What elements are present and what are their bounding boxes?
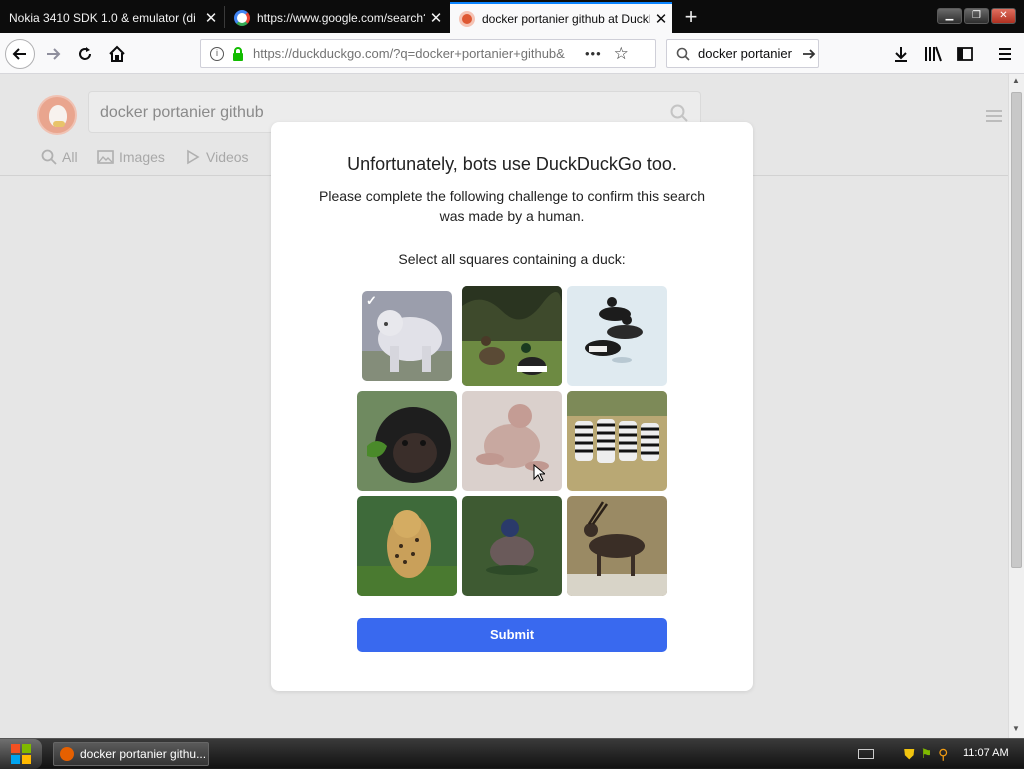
menu-button[interactable] <box>990 39 1020 69</box>
navigation-toolbar: i https://duckduckgo.com/?q=docker+porta… <box>0 33 1024 74</box>
sidebar-icon <box>957 47 973 61</box>
ddg-menu-icon[interactable] <box>986 110 1002 125</box>
downloads-button[interactable] <box>886 39 916 69</box>
tab-close-icon[interactable]: ✕ <box>200 9 222 27</box>
taskbar-clock: 11:07 AM <box>963 747 1009 759</box>
tab-label: Videos <box>206 149 249 165</box>
scrollbar-thumb[interactable] <box>1011 92 1022 568</box>
go-arrow-icon <box>803 48 816 59</box>
page-content: docker portanier github All Images Video… <box>0 74 1008 738</box>
maximize-button[interactable]: ❐ <box>964 8 989 24</box>
duckduckgo-logo[interactable] <box>37 95 77 135</box>
tab-videos[interactable]: Videos <box>186 149 249 165</box>
captcha-tile-ducks-water[interactable] <box>567 286 667 386</box>
address-bar[interactable]: i https://duckduckgo.com/?q=docker+porta… <box>200 39 656 68</box>
library-icon <box>925 46 942 62</box>
search-icon <box>676 47 690 61</box>
captcha-tile-ducks-grass[interactable] <box>462 286 562 386</box>
scroll-down-icon[interactable]: ▼ <box>1012 724 1020 733</box>
play-icon <box>187 149 200 165</box>
tab-strip: Nokia 3410 SDK 1.0 & emulator (di ✕ http… <box>0 0 1024 33</box>
windows-logo-icon <box>11 744 31 764</box>
page-actions-icon[interactable]: ••• <box>585 46 602 61</box>
network-icon[interactable]: ⚑ <box>921 746 933 762</box>
taskbar-firefox-window[interactable]: docker portanier githu... <box>53 742 209 766</box>
selected-check-icon: ✓ <box>366 293 377 308</box>
captcha-tile-zebras[interactable] <box>567 391 667 491</box>
library-button[interactable] <box>918 39 948 69</box>
tab-nokia[interactable]: Nokia 3410 SDK 1.0 & emulator (di ✕ <box>0 2 222 33</box>
mouse-cursor-icon <box>533 464 545 482</box>
info-icon[interactable]: i <box>210 46 224 61</box>
tab-label: Images <box>119 149 165 165</box>
captcha-tile-cheetah[interactable] <box>357 496 457 596</box>
hamburger-menu-icon <box>999 48 1011 60</box>
back-button[interactable] <box>5 39 35 69</box>
tab-title: https://www.google.com/search? <box>257 10 425 25</box>
url-text: https://duckduckgo.com/?q=docker+portani… <box>253 46 565 61</box>
tab-duckduckgo[interactable]: docker portanier github at DuckDu ✕ <box>450 2 672 33</box>
image-icon <box>97 150 114 164</box>
captcha-instruction: Select all squares containing a duck: <box>398 251 626 267</box>
close-window-button[interactable]: ✕ <box>991 8 1016 24</box>
download-icon <box>895 47 907 62</box>
tab-all[interactable]: All <box>41 149 78 165</box>
captcha-tile-duck-swimming[interactable] <box>462 496 562 596</box>
page-scrollbar[interactable]: ▲ ▼ <box>1008 74 1024 738</box>
taskbar-window-label: docker portanier githu... <box>80 747 207 761</box>
keyboard-icon[interactable] <box>858 749 874 759</box>
google-favicon-icon <box>234 9 250 26</box>
bookmark-star-icon[interactable]: ☆ <box>614 44 629 64</box>
captcha-tile-polar-bear[interactable]: ✓ <box>362 291 452 381</box>
ddg-search-value: docker portanier github <box>100 104 264 121</box>
captcha-modal: Unfortunately, bots use DuckDuckGo too. … <box>271 122 753 691</box>
reload-button[interactable] <box>70 39 100 69</box>
forward-button[interactable] <box>38 39 68 69</box>
search-tray-icon[interactable]: ⚲ <box>938 746 948 763</box>
captcha-tile-gorilla[interactable] <box>357 391 457 491</box>
duckduckgo-favicon-icon <box>459 10 475 27</box>
minimize-button[interactable]: ▁ <box>937 8 962 24</box>
ddg-search-icon <box>670 104 688 122</box>
forward-arrow-icon <box>47 48 61 60</box>
reload-icon <box>79 47 91 60</box>
captcha-tile-antelope[interactable] <box>567 496 667 596</box>
captcha-title: Unfortunately, bots use DuckDuckGo too. <box>347 154 677 174</box>
lock-icon <box>233 46 243 61</box>
scroll-up-icon[interactable]: ▲ <box>1012 76 1020 85</box>
back-arrow-icon <box>12 48 26 60</box>
tab-images[interactable]: Images <box>97 149 165 165</box>
system-tray: ⛊ ⚑ ⚲ <box>858 739 948 769</box>
home-icon <box>109 45 125 62</box>
tab-close-icon[interactable]: ✕ <box>650 10 672 28</box>
security-shield-icon[interactable]: ⛊ <box>904 746 915 763</box>
tab-close-icon[interactable]: ✕ <box>425 9 447 27</box>
captcha-tile-hairless-animal[interactable] <box>462 391 562 491</box>
start-button[interactable] <box>0 739 42 769</box>
taskbar: docker portanier githu... ⛊ ⚑ ⚲ 11:07 AM <box>0 738 1024 769</box>
submit-button[interactable]: Submit <box>357 618 667 652</box>
sidebar-button[interactable] <box>950 39 980 69</box>
tab-title: docker portanier github at DuckDu <box>482 11 650 26</box>
tab-title: Nokia 3410 SDK 1.0 & emulator (di <box>9 10 196 25</box>
firefox-icon <box>60 747 74 761</box>
tab-label: All <box>62 149 78 165</box>
new-tab-button[interactable]: + <box>680 3 702 31</box>
home-button[interactable] <box>102 39 132 69</box>
tab-google[interactable]: https://www.google.com/search? ✕ <box>225 2 447 33</box>
captcha-subtitle: Please complete the following challenge … <box>319 188 705 224</box>
search-bar[interactable]: docker portanier <box>666 39 819 68</box>
search-icon <box>41 149 57 165</box>
search-bar-value: docker portanier <box>698 46 792 61</box>
